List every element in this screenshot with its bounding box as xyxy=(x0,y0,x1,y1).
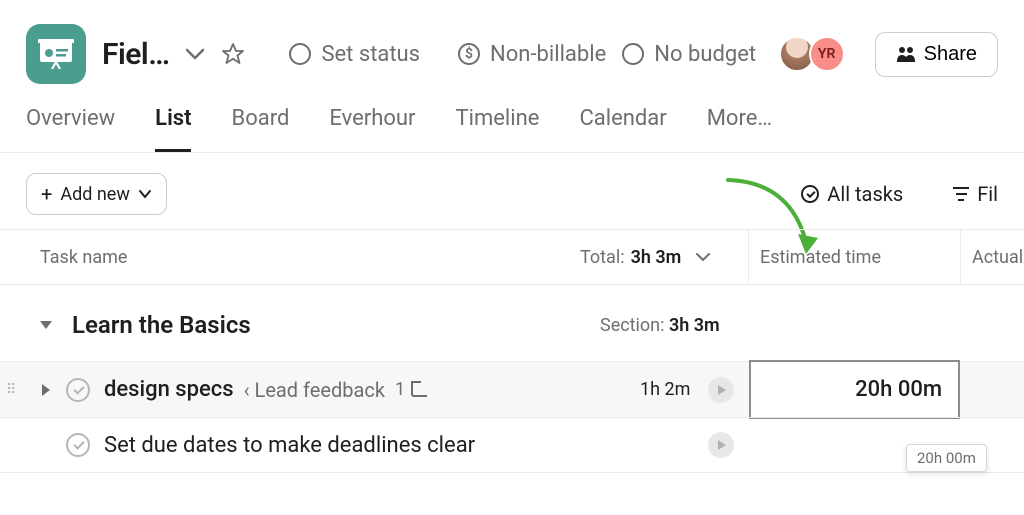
start-timer-button[interactable] xyxy=(708,432,734,458)
tab-list[interactable]: List xyxy=(155,106,191,152)
section-title[interactable]: Learn the Basics xyxy=(72,311,251,339)
plus-icon: + xyxy=(41,182,52,206)
column-actual[interactable]: Actual xyxy=(972,230,1023,284)
task-row[interactable]: ⠿ Set due dates to make deadlines clear xyxy=(0,417,1024,473)
billable-toggle[interactable]: $ Non-billable xyxy=(458,42,606,67)
column-total[interactable]: Total: 3h 3m xyxy=(580,230,711,284)
drag-handle-icon[interactable]: ⠿ xyxy=(6,387,22,393)
filter-button[interactable]: Fil xyxy=(953,182,998,206)
total-prefix: Total: xyxy=(580,247,625,268)
budget-toggle[interactable]: No budget xyxy=(622,42,756,67)
people-icon xyxy=(896,46,916,62)
column-divider xyxy=(960,230,961,284)
column-task-name[interactable]: Task name xyxy=(0,247,580,268)
project-title[interactable]: Fiel… xyxy=(102,37,169,72)
avatar-initials[interactable]: YR xyxy=(809,36,845,72)
column-divider xyxy=(748,230,749,284)
project-icon[interactable] xyxy=(26,24,86,84)
task-row[interactable]: ⠿ design specs ‹ Lead feedback 1 1h 2m 2… xyxy=(0,361,1024,417)
total-value: 3h 3m xyxy=(631,247,682,268)
estimated-tooltip: 20h 00m xyxy=(906,444,987,472)
subtask-icon xyxy=(411,383,427,397)
tab-everhour[interactable]: Everhour xyxy=(329,106,415,152)
add-new-button[interactable]: + Add new xyxy=(26,173,167,215)
filter-icon xyxy=(953,187,969,201)
add-new-label: Add new xyxy=(60,184,130,205)
task-title[interactable]: design specs xyxy=(104,377,234,402)
task-complete-checkbox[interactable] xyxy=(66,378,90,402)
start-timer-button[interactable] xyxy=(708,377,734,403)
filter-label: Fil xyxy=(977,182,998,206)
section-collapse-caret[interactable] xyxy=(40,321,52,329)
set-status-button[interactable]: Set status xyxy=(289,42,420,67)
tab-board[interactable]: Board xyxy=(231,106,289,152)
star-icon[interactable] xyxy=(221,42,245,66)
budget-ring-icon xyxy=(622,43,644,65)
presentation-board-icon xyxy=(38,39,74,69)
dollar-icon: $ xyxy=(458,43,480,65)
set-status-label: Set status xyxy=(321,42,420,67)
share-button[interactable]: Share xyxy=(875,32,998,77)
section-time-summary: Section: 3h 3m xyxy=(600,315,720,336)
check-circle-icon xyxy=(801,185,819,203)
share-label: Share xyxy=(924,43,977,66)
chevron-down-icon xyxy=(138,189,152,199)
subtask-count-badge[interactable]: 1 xyxy=(395,379,427,400)
tab-calendar[interactable]: Calendar xyxy=(579,106,666,152)
task-tracked-time: 1h 2m xyxy=(640,379,690,400)
task-title[interactable]: Set due dates to make deadlines clear xyxy=(104,433,475,458)
all-tasks-label: All tasks xyxy=(827,182,903,206)
view-tabs: Overview List Board Everhour Timeline Ca… xyxy=(0,94,1024,153)
budget-label: No budget xyxy=(654,42,756,67)
task-expand-caret[interactable] xyxy=(42,384,50,396)
tab-timeline[interactable]: Timeline xyxy=(455,106,539,152)
subtask-count: 1 xyxy=(395,379,405,400)
chevron-down-icon[interactable] xyxy=(185,47,205,61)
chevron-down-icon xyxy=(695,251,711,263)
status-ring-icon xyxy=(289,43,311,65)
member-avatars[interactable]: YR xyxy=(785,36,845,72)
tab-more[interactable]: More… xyxy=(707,106,772,152)
billable-label: Non-billable xyxy=(490,42,606,67)
task-project-tag[interactable]: ‹ Lead feedback xyxy=(244,378,385,402)
column-estimated[interactable]: Estimated time xyxy=(760,230,960,284)
tab-overview[interactable]: Overview xyxy=(26,106,115,152)
all-tasks-filter[interactable]: All tasks xyxy=(801,182,903,206)
task-complete-checkbox[interactable] xyxy=(66,433,90,457)
estimated-time-input[interactable]: 20h 00m xyxy=(749,360,960,419)
